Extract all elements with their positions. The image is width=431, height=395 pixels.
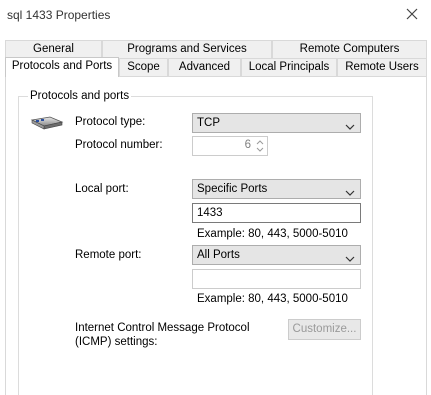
tab-general[interactable]: General [5, 40, 102, 58]
tab-row-front: Protocols and Ports Scope Advanced Local… [5, 57, 427, 77]
tab-remote-users[interactable]: Remote Users [337, 58, 427, 76]
customize-button[interactable]: Customize... [288, 319, 361, 340]
tab-row-back: General Programs and Services Remote Com… [5, 40, 427, 58]
remote-port-value: All Ports [197, 249, 240, 261]
tab-programs-and-services[interactable]: Programs and Services [102, 40, 272, 58]
remote-port-example: Example: 80, 443, 5000-5010 [197, 293, 348, 305]
tab-scope[interactable]: Scope [119, 58, 168, 76]
window-title: sql 1433 Properties [7, 8, 111, 22]
remote-port-select[interactable]: All Ports [192, 245, 361, 265]
local-port-select[interactable]: Specific Ports [192, 179, 361, 199]
protocol-type-value: TCP [197, 117, 220, 129]
tab-remote-computers[interactable]: Remote Computers [272, 40, 427, 58]
chevron-down-icon [345, 185, 355, 196]
protocol-type-select[interactable]: TCP [192, 113, 361, 133]
tab-protocols-and-ports[interactable]: Protocols and Ports [5, 57, 119, 77]
spin-buttons[interactable] [254, 138, 266, 154]
local-port-label: Local port: [75, 183, 129, 195]
tab-local-principals[interactable]: Local Principals [241, 58, 337, 76]
title-bar: sql 1433 Properties [0, 0, 431, 32]
remote-port-label: Remote port: [75, 249, 142, 261]
protocol-number-value: 6 [244, 139, 251, 151]
network-cable-icon [30, 114, 66, 130]
tab-advanced[interactable]: Advanced [168, 58, 241, 76]
group-title: Protocols and ports [28, 90, 132, 102]
remote-port-input[interactable] [192, 269, 361, 289]
local-port-value: Specific Ports [197, 183, 268, 195]
local-port-input[interactable]: 1433 [192, 203, 361, 223]
chevron-down-icon [345, 251, 355, 262]
protocol-number-stepper[interactable]: 6 [192, 136, 268, 156]
icmp-label-line1: Internet Control Message Protocol [75, 322, 250, 334]
protocol-number-label: Protocol number: [75, 139, 163, 151]
protocol-type-label: Protocol type: [75, 116, 146, 128]
close-icon[interactable] [404, 6, 420, 22]
icmp-label-line2: (ICMP) settings: [75, 336, 158, 348]
chevron-down-icon [345, 119, 355, 130]
local-port-example: Example: 80, 443, 5000-5010 [197, 228, 348, 240]
